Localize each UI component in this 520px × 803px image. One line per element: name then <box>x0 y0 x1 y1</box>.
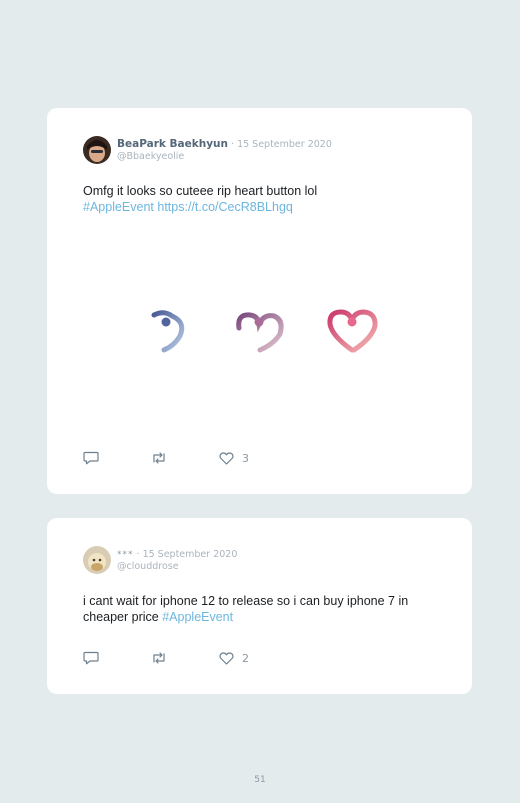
retweet-icon <box>153 652 165 664</box>
tweet-text: Omfg it looks so cuteee rip heart button… <box>83 183 442 215</box>
partial-heart-blue-icon <box>151 310 185 353</box>
avatar[interactable] <box>83 546 111 574</box>
tweet-date[interactable]: 15 September 2020 <box>143 549 238 560</box>
tweet-header: *** · 15 September 2020 @clouddrose <box>83 546 237 574</box>
retweet-button[interactable] <box>151 451 219 465</box>
url-link[interactable]: https://t.co/CecR8BLhgq <box>157 200 293 214</box>
reply-icon <box>83 651 99 665</box>
reply-icon <box>83 451 99 465</box>
like-button[interactable]: 3 <box>219 452 249 465</box>
tweet-actions: 2 <box>83 651 249 665</box>
separator: · <box>228 139 238 150</box>
tweet-actions: 3 <box>83 451 249 465</box>
author-handle[interactable]: @clouddrose <box>117 561 237 573</box>
heart-icon <box>219 451 234 465</box>
reply-button[interactable] <box>83 651 151 665</box>
tweet-media[interactable] <box>142 298 392 358</box>
like-count: 3 <box>242 451 249 465</box>
hashtag-link[interactable]: #AppleEvent <box>162 610 233 624</box>
tweet-header: BeaPark Baekhyun · 15 September 2020 @Bb… <box>83 136 332 164</box>
tweet-body: i cant wait for iphone 12 to release so … <box>83 594 409 624</box>
retweet-icon <box>153 452 165 464</box>
like-count: 2 <box>242 651 249 665</box>
heart-icon <box>219 651 234 665</box>
like-button[interactable]: 2 <box>219 652 249 665</box>
author-name[interactable]: *** <box>117 550 134 560</box>
partial-heart-purple-icon <box>236 312 284 353</box>
page-number: 51 <box>254 775 266 785</box>
avatar[interactable] <box>83 136 111 164</box>
reply-button[interactable] <box>83 451 151 465</box>
author-name[interactable]: BeaPark Baekhyun <box>117 138 228 150</box>
tweet-body: Omfg it looks so cuteee rip heart button… <box>83 184 318 198</box>
tweet-date[interactable]: 15 September 2020 <box>237 139 332 150</box>
separator: · <box>133 549 143 560</box>
heart-pink-icon <box>327 309 378 353</box>
hashtag-link[interactable]: #AppleEvent <box>83 200 154 214</box>
retweet-button[interactable] <box>151 651 219 665</box>
author-handle[interactable]: @Bbaekyeolie <box>117 151 332 163</box>
tweet-card: *** · 15 September 2020 @clouddrose i ca… <box>47 518 472 694</box>
tweet-card: BeaPark Baekhyun · 15 September 2020 @Bb… <box>47 108 472 494</box>
tweet-text: i cant wait for iphone 12 to release so … <box>83 593 442 625</box>
